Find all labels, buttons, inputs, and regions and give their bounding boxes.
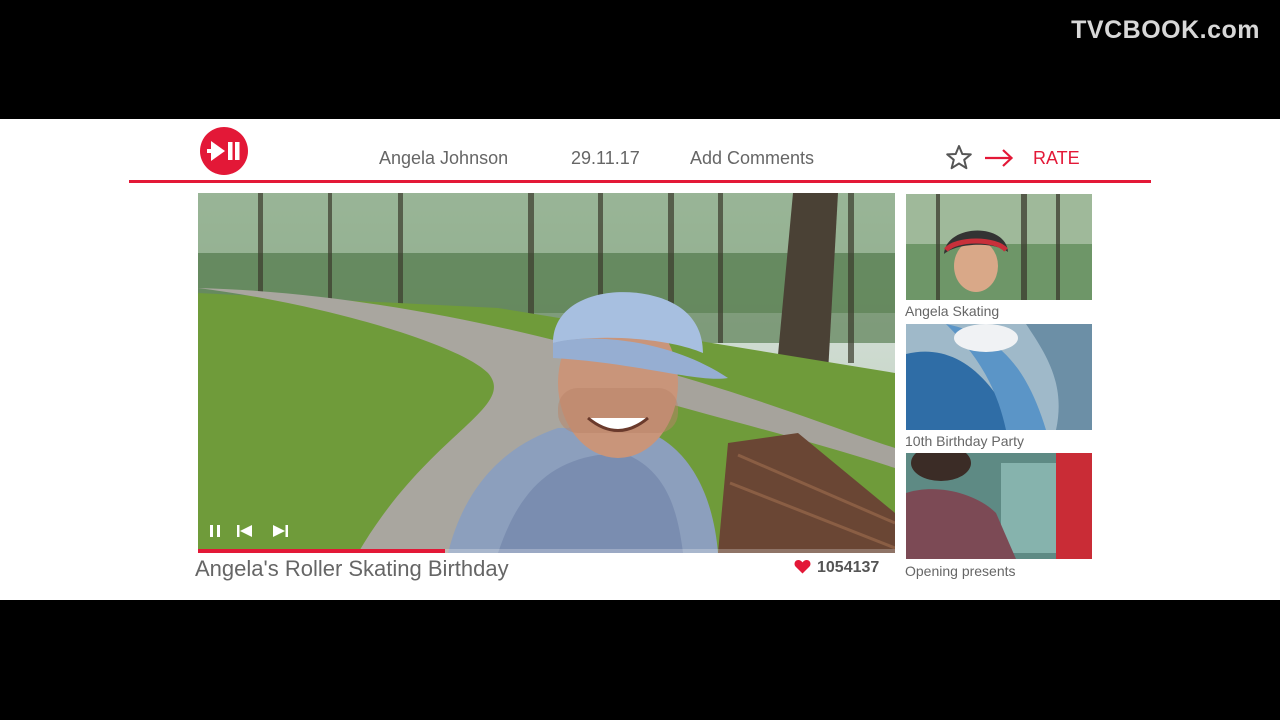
like-count-value: 1054137 [817,559,880,576]
heart-icon[interactable] [794,559,811,574]
video-player[interactable] [198,193,895,553]
like-count[interactable]: 1054137 [794,559,879,577]
watermark: TVCBOOK.com [1071,16,1260,44]
author-name[interactable]: Angela Johnson [379,148,508,169]
star-icon[interactable] [945,144,973,172]
playlist-label-2[interactable]: 10th Birthday Party [905,433,1024,449]
progress-fill [198,549,446,553]
playlist-thumbnail-1[interactable] [906,194,1092,300]
video-frame [198,193,895,553]
skip-forward-icon[interactable] [271,523,289,539]
playlist-label-1[interactable]: Angela Skating [905,303,999,319]
playlist-thumbnail-3[interactable] [906,453,1092,559]
skip-back-icon[interactable] [236,523,254,539]
play-pause-logo-icon[interactable] [200,127,248,175]
video-title: Angela's Roller Skating Birthday [195,556,509,581]
arrow-right-icon [985,149,1014,167]
header-divider [129,180,1151,183]
playlist-thumbnail-2[interactable] [906,324,1092,430]
upload-date: 29.11.17 [571,148,640,168]
pause-icon[interactable] [208,523,222,539]
playlist-label-3[interactable]: Opening presents [905,563,1016,579]
progress-bar[interactable] [198,549,895,553]
rate-button[interactable]: RATE [1033,148,1080,169]
add-comments-link[interactable]: Add Comments [690,148,814,169]
player-panel: Angela Johnson 29.11.17 Add Comments RAT… [0,119,1280,600]
